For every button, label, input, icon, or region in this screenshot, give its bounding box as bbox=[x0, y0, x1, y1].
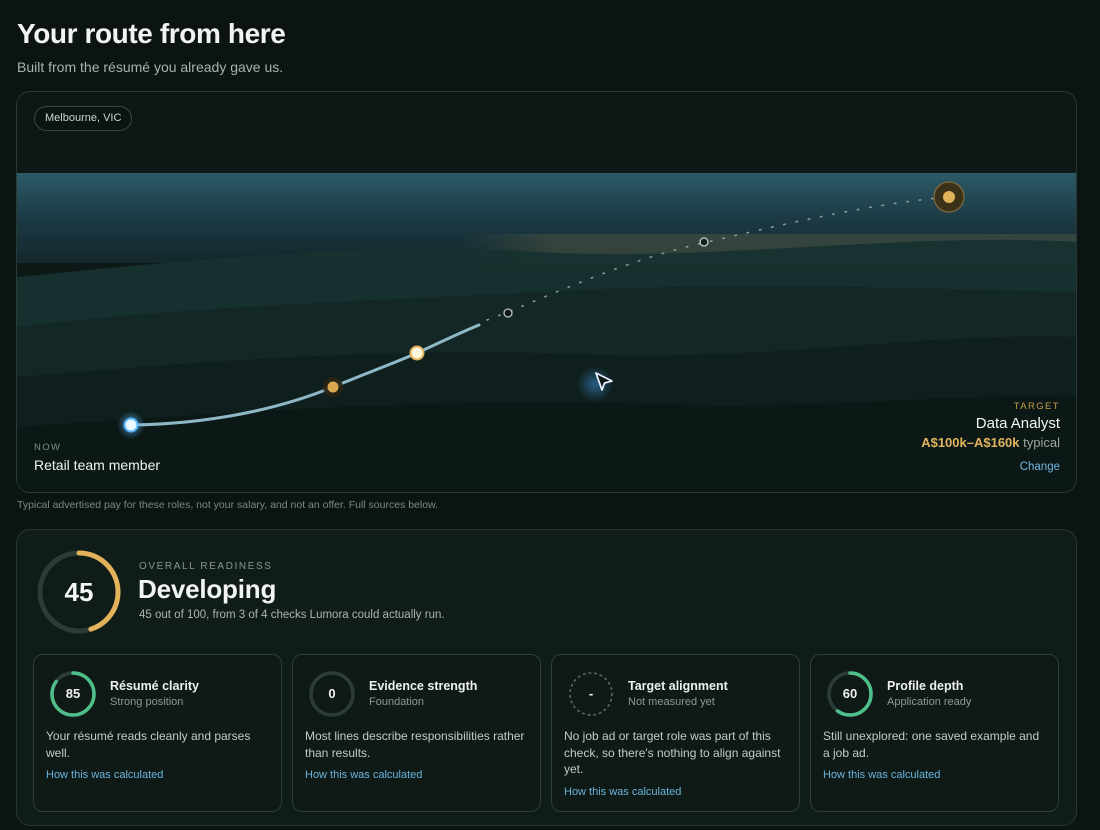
target-marker[interactable] bbox=[933, 181, 965, 213]
route-map-card: Melbourne, VIC NOW Retail team member TA… bbox=[16, 91, 1077, 493]
how-calculated-link[interactable]: How this was calculated bbox=[564, 784, 790, 801]
milestone-marker-2[interactable] bbox=[409, 345, 425, 361]
now-kicker: NOW bbox=[34, 442, 62, 453]
overall-status: Developing bbox=[138, 574, 277, 604]
check-body: No job ad or target role was part of thi… bbox=[564, 728, 790, 800]
how-calculated-link[interactable]: How this was calculated bbox=[305, 767, 531, 784]
page-title: Your route from here bbox=[17, 18, 286, 49]
check-title: Evidence strength bbox=[369, 679, 478, 693]
location-pill[interactable]: Melbourne, VIC bbox=[34, 106, 133, 131]
check-body-text: Your résumé reads cleanly and parses wel… bbox=[46, 729, 251, 760]
check-card-profile-depth: 60 Profile depth Application ready Still… bbox=[810, 654, 1059, 812]
check-body: Most lines describe responsibilities rat… bbox=[305, 728, 531, 784]
check-body-text: Still unexplored: one saved example and … bbox=[823, 729, 1040, 760]
start-marker bbox=[117, 411, 145, 439]
overall-score: 45 bbox=[64, 577, 94, 607]
check-body: Your résumé reads cleanly and parses wel… bbox=[46, 728, 272, 784]
cursor-pointer-icon bbox=[588, 367, 618, 397]
waypoint-marker-1[interactable] bbox=[503, 308, 513, 318]
check-score: 85 bbox=[65, 686, 81, 701]
check-card-target-alignment: - Target alignment Not measured yet No j… bbox=[551, 654, 800, 812]
check-title: Profile depth bbox=[887, 679, 964, 693]
overall-kicker: OVERALL READINESS bbox=[139, 561, 273, 572]
milestone-marker-1[interactable] bbox=[323, 377, 343, 397]
target-pay-suffix: typical bbox=[1023, 435, 1060, 450]
check-body-text: No job ad or target role was part of thi… bbox=[564, 729, 781, 776]
overall-description: 45 out of 100, from 3 of 4 checks Lumora… bbox=[139, 609, 445, 621]
target-pay-range: A$100k–A$160k bbox=[921, 435, 1020, 450]
now-role: Retail team member bbox=[34, 457, 161, 473]
check-score: 60 bbox=[842, 686, 858, 701]
target-kicker: TARGET bbox=[1013, 401, 1060, 412]
target-pay: A$100k–A$160k typical bbox=[921, 435, 1060, 450]
how-calculated-link[interactable]: How this was calculated bbox=[823, 767, 1049, 784]
now-block: NOW Retail team member bbox=[34, 442, 160, 473]
check-title: Résumé clarity bbox=[110, 679, 199, 693]
check-subtitle: Not measured yet bbox=[628, 696, 715, 708]
how-calculated-link[interactable]: How this was calculated bbox=[46, 767, 272, 784]
change-target-link[interactable]: Change bbox=[1020, 461, 1060, 473]
target-role: Data Analyst bbox=[975, 415, 1060, 432]
check-score: 0 bbox=[328, 686, 336, 701]
check-subtitle: Foundation bbox=[369, 696, 425, 708]
check-score: - bbox=[588, 686, 594, 701]
route-landscape bbox=[17, 92, 1076, 492]
check-title: Target alignment bbox=[628, 679, 728, 693]
readiness-card: 45 OVERALL READINESS Developing 45 out o… bbox=[16, 529, 1077, 826]
target-block: TARGET Data Analyst A$100k–A$160k typica… bbox=[921, 401, 1060, 475]
pay-footnote: Typical advertised pay for these roles, … bbox=[17, 499, 439, 511]
check-body: Still unexplored: one saved example and … bbox=[823, 728, 1049, 784]
check-body-text: Most lines describe responsibilities rat… bbox=[305, 729, 525, 760]
check-card-evidence-strength: 0 Evidence strength Foundation Most line… bbox=[292, 654, 541, 812]
page-subtitle: Built from the résumé you already gave u… bbox=[17, 59, 284, 75]
waypoint-marker-2[interactable] bbox=[699, 237, 709, 247]
check-card-resume-clarity: 85 Résumé clarity Strong position Your r… bbox=[33, 654, 282, 812]
check-subtitle: Strong position bbox=[110, 696, 184, 708]
check-subtitle: Application ready bbox=[887, 696, 972, 708]
